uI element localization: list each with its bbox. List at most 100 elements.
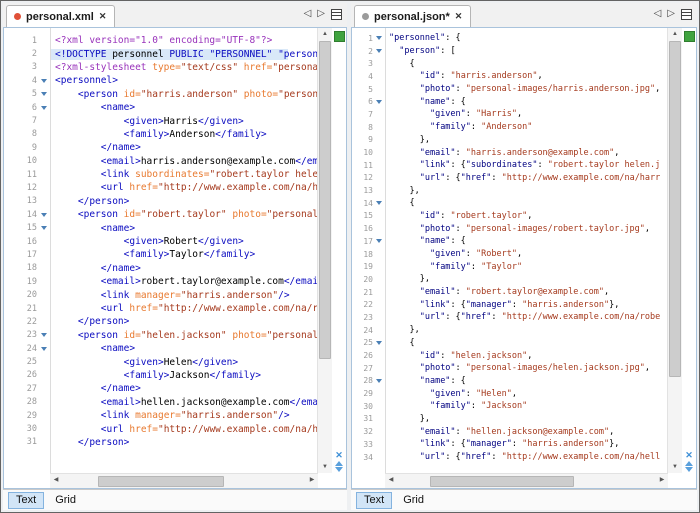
code-line[interactable]: 10 "email": "harris.anderson@example.com…	[352, 146, 668, 159]
horizontal-scroll-thumb[interactable]	[430, 476, 574, 487]
horizontal-scroll-thumb[interactable]	[98, 476, 223, 487]
code-line[interactable]: 22 </person>	[4, 315, 318, 328]
code-line[interactable]: 9 },	[352, 134, 668, 147]
code-line[interactable]: 4<personnel>	[4, 74, 318, 87]
nav-back-icon[interactable]: ◁	[304, 8, 312, 20]
previous-marker-icon[interactable]	[335, 461, 343, 466]
code-line[interactable]: 30 <url href="http://www.example.com/na/…	[4, 422, 318, 435]
vertical-scrollbar[interactable]: ▲ ▼	[667, 28, 682, 473]
code-line[interactable]: 7 <given>Harris</given>	[4, 114, 318, 127]
code-line[interactable]: 23 <person id="helen.jackson" photo="per…	[4, 329, 318, 342]
fold-toggle-icon[interactable]	[373, 36, 385, 40]
code-line[interactable]: 30 "family": "Jackson"	[352, 400, 668, 413]
fold-toggle-icon[interactable]	[37, 347, 50, 351]
code-line[interactable]: 16 <given>Robert</given>	[4, 235, 318, 248]
previous-marker-icon[interactable]	[685, 461, 693, 466]
tab-list-icon[interactable]	[681, 9, 692, 20]
code-line[interactable]: 25 {	[352, 337, 668, 350]
scroll-up-icon[interactable]: ▲	[668, 28, 682, 40]
code-line[interactable]: 28 <email>hellen.jackson@example.com</em…	[4, 396, 318, 409]
code-line[interactable]: 19 <email>robert.taylor@example.com</ema…	[4, 275, 318, 288]
code-line[interactable]: 21 <url href="http://www.example.com/na/…	[4, 302, 318, 315]
code-line[interactable]: 23 "url": {"href": "http://www.example.c…	[352, 311, 668, 324]
horizontal-scrollbar[interactable]: ◀ ▶	[385, 473, 668, 488]
code-line[interactable]: 1"personnel": {	[352, 32, 668, 45]
fold-toggle-icon[interactable]	[37, 92, 50, 96]
code-line[interactable]: 32 "email": "hellen.jackson@example.com"…	[352, 425, 668, 438]
fold-toggle-icon[interactable]	[373, 341, 385, 345]
fold-toggle-icon[interactable]	[373, 379, 385, 383]
fold-toggle-icon[interactable]	[37, 226, 50, 230]
code-line[interactable]: 11 "link": {"subordinates": "robert.tayl…	[352, 159, 668, 172]
code-line[interactable]: 22 "link": {"manager": "harris.anderson"…	[352, 298, 668, 311]
code-line[interactable]: 2 "person": [	[352, 45, 668, 58]
code-line[interactable]: 20 },	[352, 273, 668, 286]
code-line[interactable]: 21 "email": "robert.taylor@example.com",	[352, 286, 668, 299]
code-line[interactable]: 13 },	[352, 184, 668, 197]
code-line[interactable]: 18 "given": "Robert",	[352, 248, 668, 261]
code-line[interactable]: 25 <given>Helen</given>	[4, 355, 318, 368]
scroll-left-icon[interactable]: ◀	[50, 474, 62, 488]
tab-personal-xml[interactable]: personal.xml ✕	[6, 5, 115, 27]
code-line[interactable]: 3<?xml-stylesheet type="text/css" href="…	[4, 61, 318, 74]
code-line[interactable]: 34 "url": {"href": "http://www.example.c…	[352, 451, 668, 464]
code-line[interactable]: 20 <link manager="harris.anderson"/>	[4, 288, 318, 301]
stripe-clear-icon[interactable]: ✕	[335, 451, 343, 460]
code-line[interactable]: 4 "id": "harris.anderson",	[352, 70, 668, 83]
fold-toggle-icon[interactable]	[373, 100, 385, 104]
code-line[interactable]: 26 "id": "helen.jackson",	[352, 349, 668, 362]
code-line[interactable]: 6 <name>	[4, 101, 318, 114]
scroll-left-icon[interactable]: ◀	[385, 474, 397, 488]
vertical-scrollbar[interactable]: ▲ ▼	[317, 28, 332, 473]
code-line[interactable]: 13 </person>	[4, 195, 318, 208]
tab-list-icon[interactable]	[331, 9, 342, 20]
xml-code-editor[interactable]: 1<?xml version="1.0" encoding="UTF-8"?>2…	[3, 27, 347, 489]
scroll-up-icon[interactable]: ▲	[318, 28, 332, 40]
close-tab-icon[interactable]: ✕	[99, 12, 107, 21]
code-line[interactable]: 1<?xml version="1.0" encoding="UTF-8"?>	[4, 34, 318, 47]
code-line[interactable]: 31 </person>	[4, 436, 318, 449]
fold-toggle-icon[interactable]	[373, 201, 385, 205]
code-line[interactable]: 29 "given": "Helen",	[352, 387, 668, 400]
code-line[interactable]: 12 "url": {"href": "http://www.example.c…	[352, 172, 668, 185]
code-line[interactable]: 24 },	[352, 324, 668, 337]
scroll-right-icon[interactable]: ▶	[306, 474, 318, 488]
code-line[interactable]: 12 <url href="http://www.example.com/na/…	[4, 181, 318, 194]
code-line[interactable]: 2<!DOCTYPE personnel PUBLIC "PERSONNEL" …	[4, 47, 318, 60]
next-marker-icon[interactable]	[335, 467, 343, 472]
fold-toggle-icon[interactable]	[373, 239, 385, 243]
fold-toggle-icon[interactable]	[373, 49, 385, 53]
code-line[interactable]: 33 "link": {"manager": "harris.anderson"…	[352, 438, 668, 451]
code-line[interactable]: 19 "family": "Taylor"	[352, 260, 668, 273]
code-line[interactable]: 8 "family": "Anderson"	[352, 121, 668, 134]
nav-forward-icon[interactable]: ▷	[667, 8, 675, 20]
stripe-clear-icon[interactable]: ✕	[685, 451, 693, 460]
code-line[interactable]: 3 {	[352, 57, 668, 70]
code-line[interactable]: 17 "name": {	[352, 235, 668, 248]
code-line[interactable]: 15 <name>	[4, 221, 318, 234]
code-line[interactable]: 16 "photo": "personal-images/robert.tayl…	[352, 222, 668, 235]
close-tab-icon[interactable]: ✕	[455, 12, 463, 21]
code-line[interactable]: 24 <name>	[4, 342, 318, 355]
code-line[interactable]: 6 "name": {	[352, 95, 668, 108]
code-line[interactable]: 11 <link subordinates="robert.taylor hel…	[4, 168, 318, 181]
horizontal-scrollbar[interactable]: ◀ ▶	[50, 473, 318, 488]
code-line[interactable]: 5 "photo": "personal-images/harris.ander…	[352, 83, 668, 96]
code-line[interactable]: 28 "name": {	[352, 375, 668, 388]
code-line[interactable]: 8 <family>Anderson</family>	[4, 128, 318, 141]
code-line[interactable]: 10 <email>harris.anderson@example.com</e…	[4, 155, 318, 168]
scroll-down-icon[interactable]: ▼	[318, 461, 332, 473]
code-line[interactable]: 14 {	[352, 197, 668, 210]
code-line[interactable]: 18 </name>	[4, 262, 318, 275]
vertical-scroll-thumb[interactable]	[669, 41, 681, 377]
code-line[interactable]: 31 },	[352, 413, 668, 426]
mode-tab-text[interactable]: Text	[356, 492, 392, 509]
mode-tab-text[interactable]: Text	[8, 492, 44, 509]
mode-tab-grid[interactable]: Grid	[395, 492, 432, 509]
vertical-scroll-thumb[interactable]	[319, 41, 331, 359]
code-line[interactable]: 5 <person id="harris.anderson" photo="pe…	[4, 88, 318, 101]
code-line[interactable]: 15 "id": "robert.taylor",	[352, 210, 668, 223]
fold-toggle-icon[interactable]	[37, 79, 50, 83]
scroll-right-icon[interactable]: ▶	[656, 474, 668, 488]
fold-toggle-icon[interactable]	[37, 213, 50, 217]
